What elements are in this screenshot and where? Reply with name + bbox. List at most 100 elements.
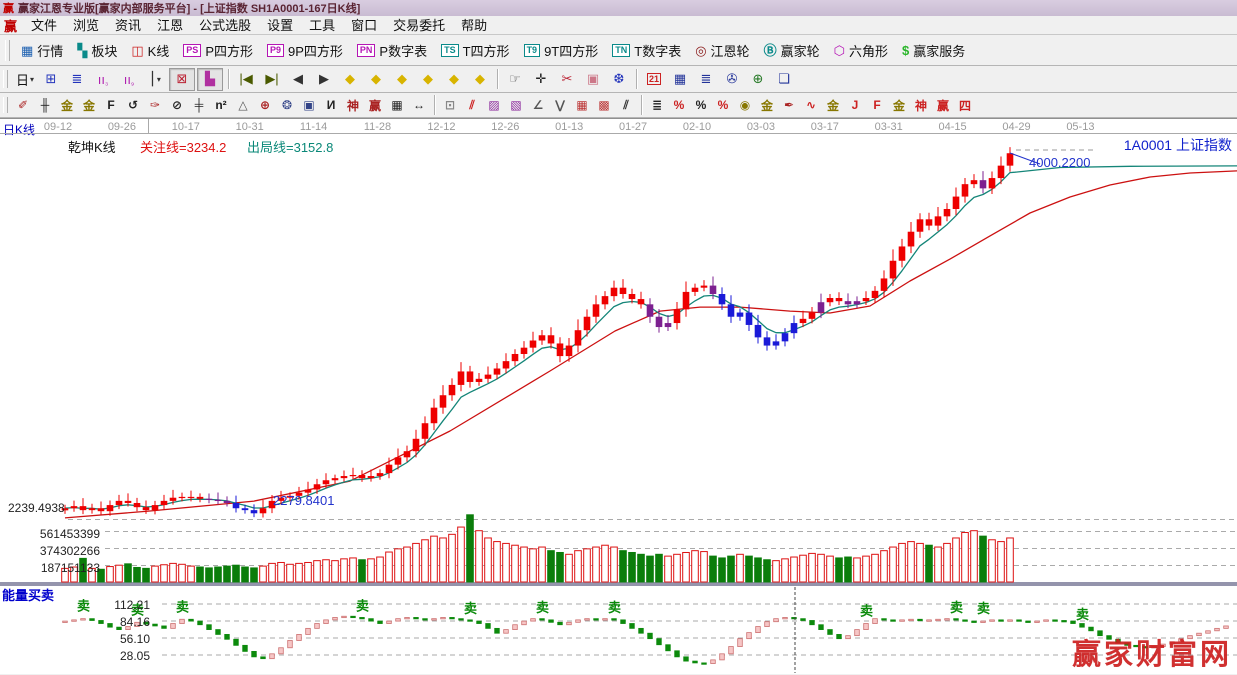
- diamond-vshrink-button[interactable]: ◆: [442, 69, 466, 90]
- gold-underline-button[interactable]: 金: [822, 96, 844, 115]
- frame-tool-button[interactable]: ▣: [581, 69, 605, 90]
- diamond-prev-button[interactable]: ◆: [338, 69, 362, 90]
- first-page-button[interactable]: |◀: [234, 69, 258, 90]
- kline-pattern-3-button[interactable]: ıı₃: [91, 69, 115, 90]
- menu-item-settings[interactable]: 设置: [259, 18, 301, 33]
- sectors-button[interactable]: ▚板块: [70, 39, 124, 62]
- t-number-table-button[interactable]: TNT数字表: [605, 39, 688, 62]
- si-angle-button[interactable]: 四: [954, 96, 976, 115]
- j-angle-button[interactable]: J: [844, 96, 866, 115]
- oscillator-name-label[interactable]: 能量买卖: [2, 585, 54, 604]
- p-square-button[interactable]: PSP四方形: [176, 39, 260, 62]
- gold-circle-button[interactable]: ◉: [734, 96, 756, 115]
- wave-gold-button[interactable]: ∿: [800, 96, 822, 115]
- target-red-button[interactable]: ⊕: [254, 96, 276, 115]
- shen-ruler-button[interactable]: 神: [342, 96, 364, 115]
- target-web-button[interactable]: ❂: [276, 96, 298, 115]
- scale-ruler-button[interactable]: ╪: [188, 96, 210, 115]
- grid-red-1-button[interactable]: ▦: [571, 96, 593, 115]
- grid-123-button[interactable]: ▦: [386, 96, 408, 115]
- t-square-button[interactable]: TST四方形: [434, 39, 516, 62]
- chart-area[interactable]: 卖卖卖卖卖卖卖卖卖卖卖 日K线 09-1209-2610-1710-3111-1…: [0, 118, 1237, 674]
- pane-label-daily-kline[interactable]: 日K线: [3, 121, 35, 138]
- calculator-button[interactable]: ▦: [668, 69, 692, 90]
- diamond-expand-button[interactable]: ◆: [468, 69, 492, 90]
- last-page-button[interactable]: ▶|: [260, 69, 284, 90]
- box-anchor-button[interactable]: ⊡: [439, 96, 461, 115]
- hexagon-button[interactable]: ⬡六角形: [827, 39, 895, 62]
- mirror-tool-button[interactable]: △: [232, 96, 254, 115]
- grid-red-2-button[interactable]: ▩: [593, 96, 615, 115]
- period-day-select-button[interactable]: 日▾: [13, 69, 37, 90]
- diamond-compress-button[interactable]: ◆: [416, 69, 440, 90]
- export-web-button[interactable]: ⊕: [746, 69, 770, 90]
- kline-plot-canvas[interactable]: 卖卖卖卖卖卖卖卖卖卖卖: [0, 119, 1237, 675]
- export-user-button[interactable]: ❏: [772, 69, 796, 90]
- ying-ruler-button[interactable]: 赢: [364, 96, 386, 115]
- time-circle-button[interactable]: ⊘: [166, 96, 188, 115]
- angle-lines-button[interactable]: ∠: [527, 96, 549, 115]
- crosshair-button[interactable]: ✛: [529, 69, 553, 90]
- t9-square-button[interactable]: T99T四方形: [517, 39, 606, 62]
- percent-button[interactable]: %: [690, 96, 712, 115]
- fib-ruler-button[interactable]: F: [100, 96, 122, 115]
- spiral-tool-button[interactable]: ↺: [122, 96, 144, 115]
- app-menu-logo-icon[interactable]: 赢: [0, 16, 23, 35]
- delete-tool-button[interactable]: ✂: [555, 69, 579, 90]
- gold-lines-button[interactable]: 金: [756, 96, 778, 115]
- p-number-table-button[interactable]: PNP数字表: [350, 39, 434, 62]
- gold-ruler-2-button[interactable]: 金: [78, 96, 100, 115]
- menu-item-browse[interactable]: 浏览: [65, 18, 107, 33]
- ying-angle-button[interactable]: 赢: [932, 96, 954, 115]
- kline-chart-button[interactable]: ◫K线: [124, 39, 176, 62]
- gann-wheel-button[interactable]: ◎江恩轮: [688, 39, 756, 62]
- yin-tool-button[interactable]: И: [320, 96, 342, 115]
- p9-square-button[interactable]: P99P四方形: [260, 39, 350, 62]
- fan-box-1-button[interactable]: ▨: [483, 96, 505, 115]
- market-quotes-button[interactable]: ▦行情: [14, 39, 70, 62]
- single-candle-button[interactable]: ⎮▾: [143, 69, 167, 90]
- width-arrows-button[interactable]: ↔: [408, 96, 430, 115]
- pattern-red-button[interactable]: ⊠: [169, 68, 195, 91]
- percent-lines-button[interactable]: %: [712, 96, 734, 115]
- target-box-button[interactable]: ▣: [298, 96, 320, 115]
- price-scale-button[interactable]: ≣: [646, 96, 668, 115]
- n-square-button[interactable]: n²: [210, 96, 232, 115]
- menu-item-trade-entrust[interactable]: 交易委托: [385, 18, 453, 33]
- menu-item-formula-stock-pick[interactable]: 公式选股: [191, 18, 259, 33]
- gold-ruler-1-button[interactable]: 金: [56, 96, 78, 115]
- memo-button[interactable]: ≣: [694, 69, 718, 90]
- next-bar-button[interactable]: ▶: [312, 69, 336, 90]
- prev-bar-button[interactable]: ◀: [286, 69, 310, 90]
- percent-t-button[interactable]: %: [668, 96, 690, 115]
- color-volume-button[interactable]: ▙: [197, 68, 223, 91]
- zigzag-button[interactable]: ⋁: [549, 96, 571, 115]
- gold-angle-button[interactable]: 金: [888, 96, 910, 115]
- fan-red-button[interactable]: ⫽: [461, 96, 483, 115]
- menu-item-info[interactable]: 资讯: [107, 18, 149, 33]
- fan-box-2-button[interactable]: ▧: [505, 96, 527, 115]
- save-button[interactable]: ✇: [720, 69, 744, 90]
- kline-pattern-9-button[interactable]: ıı₉: [117, 69, 141, 90]
- drag-hand-button[interactable]: ☞: [503, 69, 527, 90]
- pen-tool-button[interactable]: ✐: [12, 96, 34, 115]
- gann-ruler-button[interactable]: ╫: [34, 96, 56, 115]
- brush-mark-button[interactable]: ✒: [778, 96, 800, 115]
- menu-item-help[interactable]: 帮助: [453, 18, 495, 33]
- calendar-button[interactable]: 21: [642, 69, 666, 90]
- winner-wheel-button[interactable]: Ⓑ赢家轮: [757, 39, 827, 62]
- f-angle-button[interactable]: F: [866, 96, 888, 115]
- pattern-recognize-button[interactable]: ❆: [607, 69, 631, 90]
- diamond-hshrink-button[interactable]: ◆: [390, 69, 414, 90]
- menu-item-file[interactable]: 文件: [23, 18, 65, 33]
- parallel-lines-button[interactable]: ⫽: [615, 96, 637, 115]
- winner-service-button[interactable]: $赢家服务: [895, 39, 972, 62]
- menu-item-tools[interactable]: 工具: [301, 18, 343, 33]
- info-list-button[interactable]: ≣: [65, 69, 89, 90]
- shen-angle-button[interactable]: 神: [910, 96, 932, 115]
- diamond-next-button[interactable]: ◆: [364, 69, 388, 90]
- brush-tool-button[interactable]: ✑: [144, 96, 166, 115]
- pattern-window-button[interactable]: ⊞: [39, 69, 63, 90]
- menu-item-window[interactable]: 窗口: [343, 18, 385, 33]
- menu-item-gann[interactable]: 江恩: [149, 18, 191, 33]
